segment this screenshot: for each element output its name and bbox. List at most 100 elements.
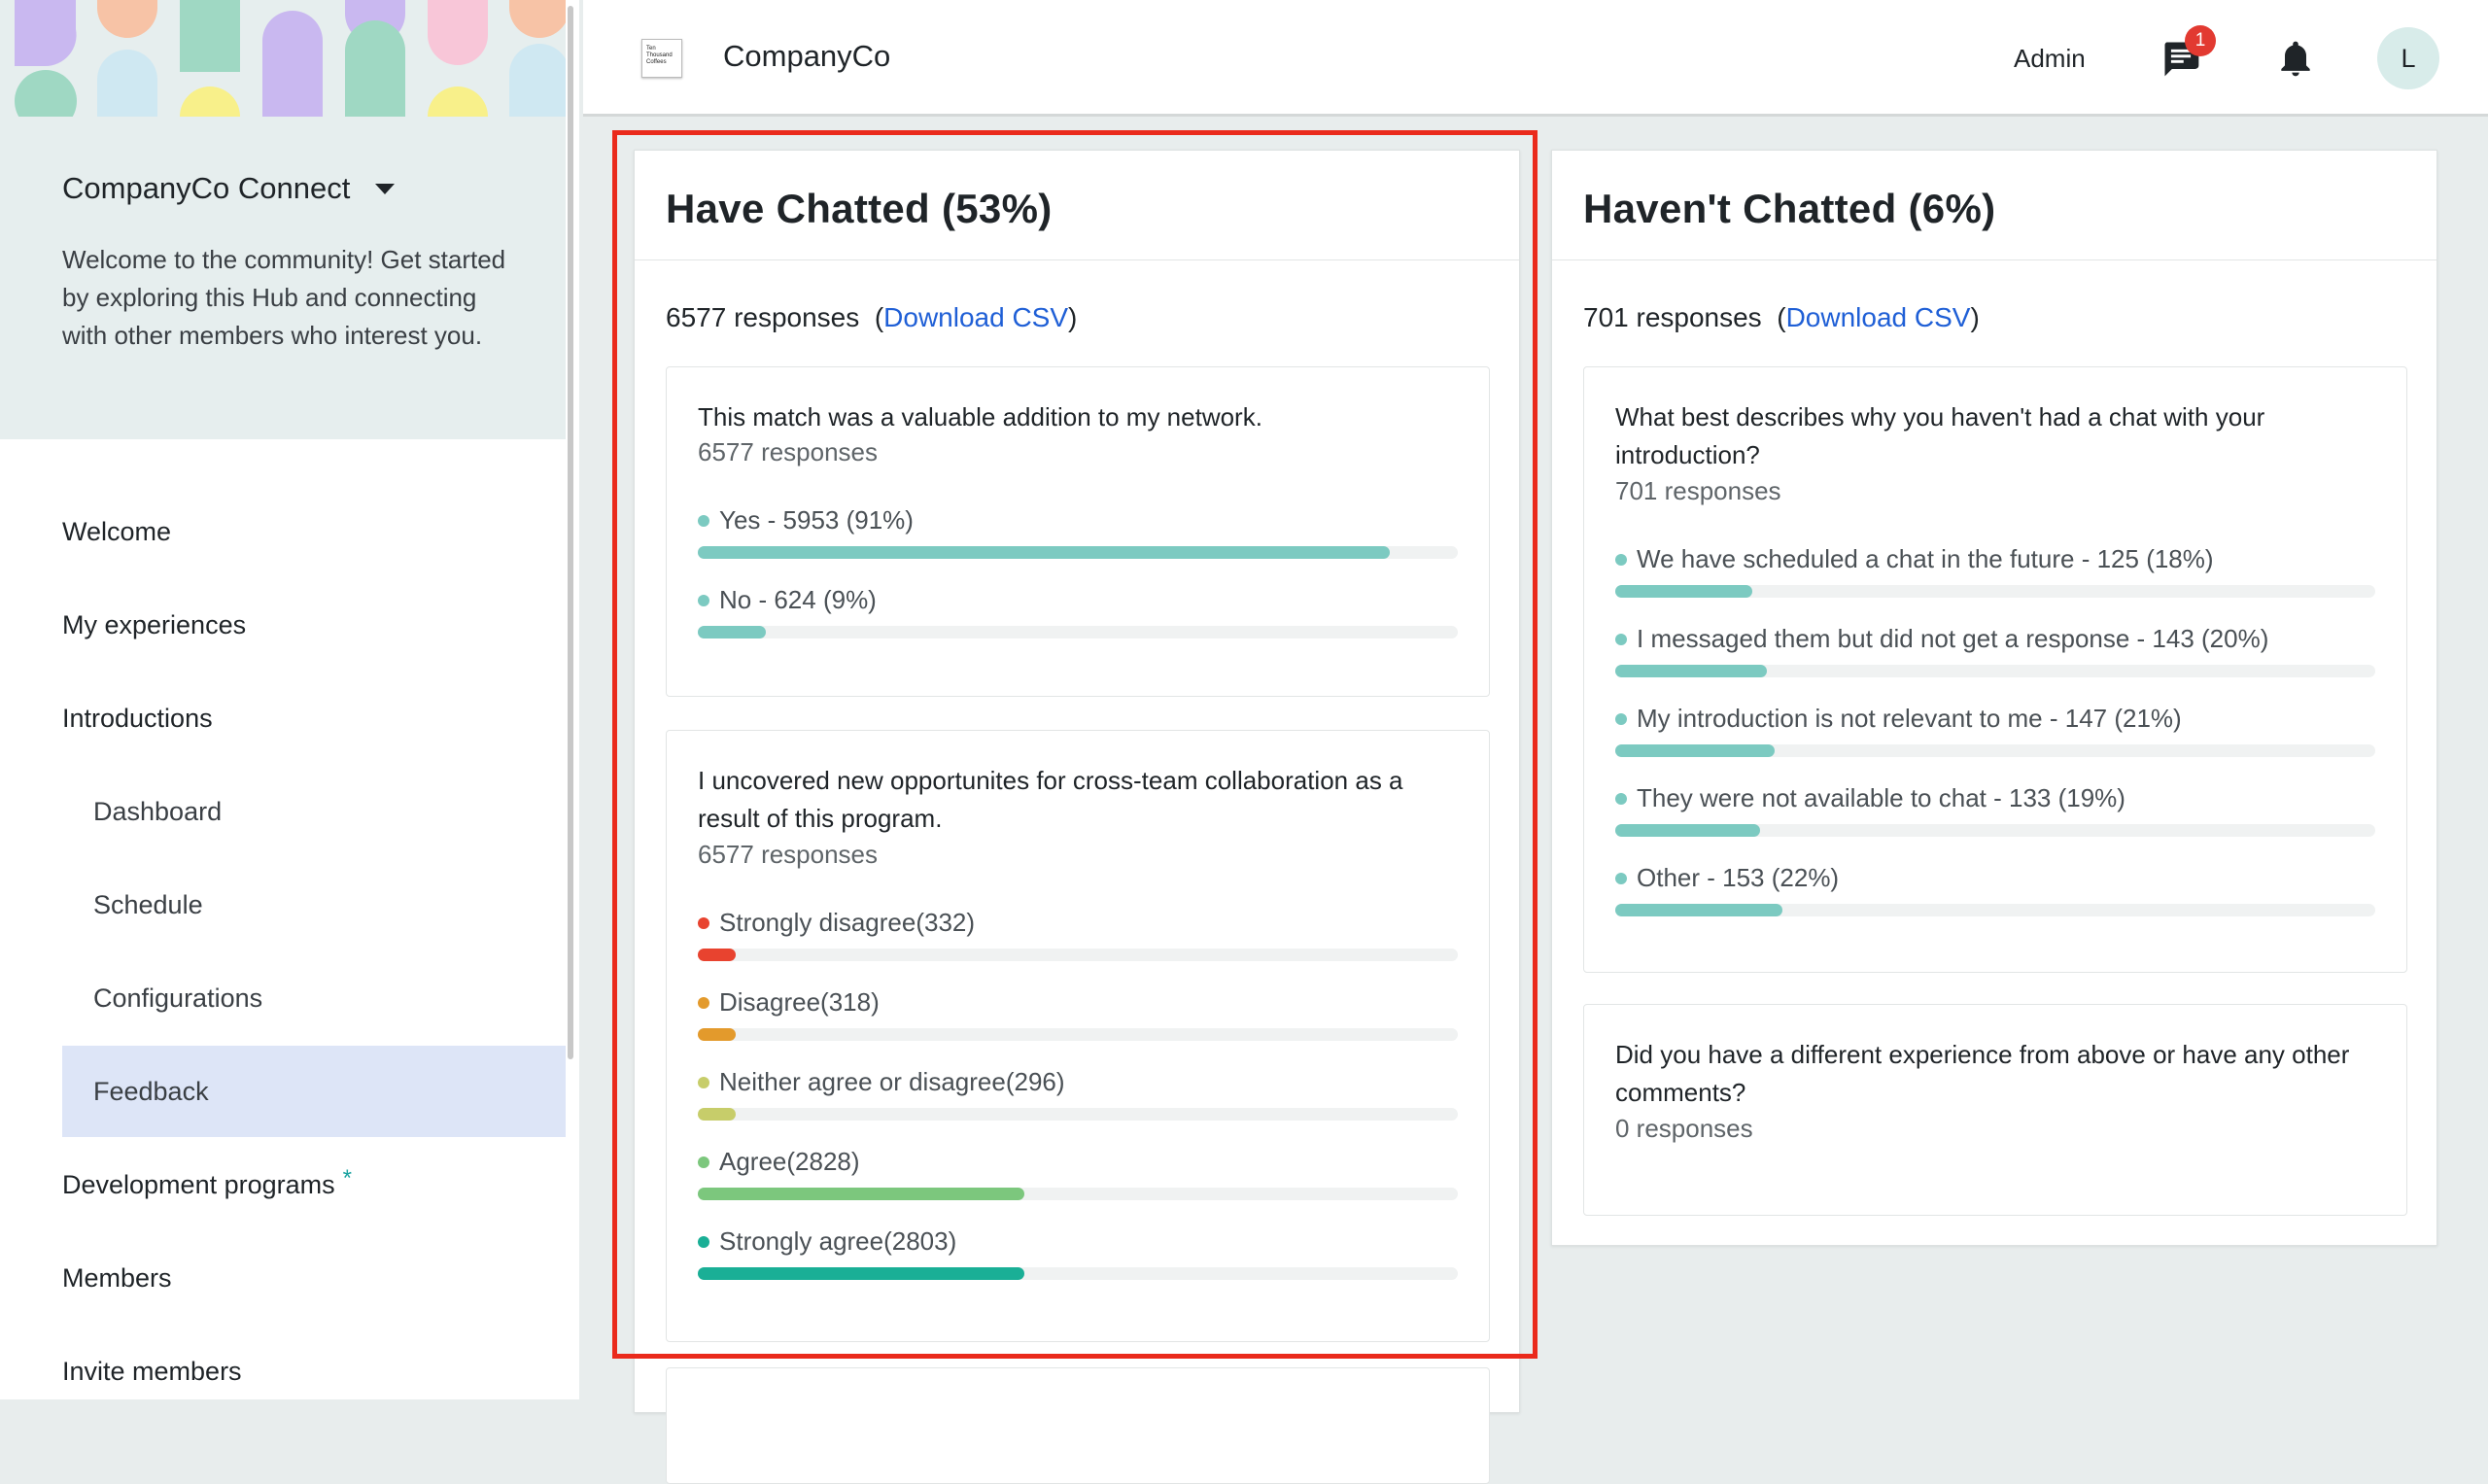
question-card: Did you have a different experience from… xyxy=(1583,1004,2407,1216)
progress-fill xyxy=(1615,585,1752,598)
sidebar-item-schedule[interactable]: Schedule xyxy=(62,859,203,950)
sidebar-item-configurations[interactable]: Configurations xyxy=(62,952,262,1044)
progress-fill xyxy=(698,1267,1025,1280)
caret-down-icon xyxy=(375,183,396,194)
bell-icon xyxy=(2281,41,2310,77)
question-response-count: 701 responses xyxy=(1615,476,1781,505)
option-text: Neither agree or disagree(296) xyxy=(719,1067,1065,1096)
progress-fill xyxy=(698,1188,1025,1200)
option-dot xyxy=(698,917,709,929)
progress-fill xyxy=(698,546,1390,559)
response-summary: 6577 responses (Download CSV) xyxy=(666,302,1077,333)
messages-count-badge: 1 xyxy=(2185,25,2216,56)
option-label: Other - 153 (22%) xyxy=(1615,863,1839,893)
sidebar-scroll-thumb[interactable] xyxy=(568,6,573,1059)
option-label: My introduction is not relevant to me - … xyxy=(1615,704,2182,734)
option-dot xyxy=(1615,554,1627,566)
have-chatted-panel: Have Chatted (53%) 6577 responses (Downl… xyxy=(634,150,1520,1484)
sidebar-hero: CompanyCo Connect Welcome to the communi… xyxy=(0,0,579,439)
sidebar-item-label: Development programs xyxy=(62,1169,335,1199)
progress-fill xyxy=(698,1108,737,1121)
download-csv-link[interactable]: Download CSV xyxy=(883,302,1068,332)
question-card: This match was a valuable addition to my… xyxy=(666,366,1490,697)
option-label: Disagree(318) xyxy=(698,987,880,1018)
progress-track xyxy=(1615,744,2375,757)
progress-fill xyxy=(1615,824,1760,837)
option-dot xyxy=(698,1236,709,1248)
question-title: This match was a valuable addition to my… xyxy=(698,402,1262,431)
hub-description: Welcome to the community! Get started by… xyxy=(62,245,506,350)
option-label: No - 624 (9%) xyxy=(698,585,877,615)
option-row: My introduction is not relevant to me - … xyxy=(1615,704,2375,783)
option-row: Agree(2828) xyxy=(698,1147,1458,1226)
option-row: Strongly agree(2803) xyxy=(698,1226,1458,1306)
company-logo: Ten Thousand Coffees xyxy=(641,39,682,78)
download-csv-link[interactable]: Download CSV xyxy=(1786,302,1971,332)
sidebar-item-development-programs[interactable]: Development programs * xyxy=(62,1139,352,1230)
option-row: Other - 153 (22%) xyxy=(1615,863,2375,943)
divider xyxy=(1552,259,2436,260)
option-text: Other - 153 (22%) xyxy=(1637,863,1840,892)
hub-name: CompanyCo Connect xyxy=(62,171,351,205)
sidebar-item-introductions[interactable]: Introductions xyxy=(62,673,213,764)
question-card: What best describes why you haven't had … xyxy=(1583,366,2407,973)
paren-open: ( xyxy=(874,302,884,332)
option-label: Strongly agree(2803) xyxy=(698,1226,956,1257)
option-dot xyxy=(698,595,709,606)
sidebar-item-welcome[interactable]: Welcome xyxy=(62,486,171,577)
response-summary: 701 responses (Download CSV) xyxy=(1583,302,1980,333)
sidebar-item-feedback[interactable]: Feedback xyxy=(62,1046,579,1137)
progress-track xyxy=(698,1267,1458,1280)
progress-fill xyxy=(698,626,767,638)
option-dot xyxy=(1615,713,1627,725)
progress-track xyxy=(698,546,1458,559)
question-response-count: 6577 responses xyxy=(698,840,879,869)
option-label: We have scheduled a chat in the future -… xyxy=(1615,544,2214,574)
option-text: Agree(2828) xyxy=(719,1147,860,1176)
sidebar-item-invite-members[interactable]: Invite members xyxy=(62,1326,242,1399)
panel-title: Have Chatted (53%) xyxy=(666,186,1053,231)
option-text: Disagree(318) xyxy=(719,987,880,1017)
option-row: I messaged them but did not get a respon… xyxy=(1615,624,2375,704)
question-title: What best describes why you haven't had … xyxy=(1615,402,2265,469)
option-text: No - 624 (9%) xyxy=(719,585,877,614)
option-row: Yes - 5953 (91%) xyxy=(698,505,1458,585)
question-title: I uncovered new opportunites for cross-t… xyxy=(698,766,1403,833)
sidebar-item-my-experiences[interactable]: My experiences xyxy=(62,579,246,671)
hub-switcher[interactable]: CompanyCo Connect xyxy=(62,167,396,210)
notifications-button[interactable] xyxy=(2274,37,2317,80)
progress-fill xyxy=(698,949,737,961)
progress-track xyxy=(698,1108,1458,1121)
option-label: Strongly disagree(332) xyxy=(698,908,975,938)
progress-track xyxy=(1615,585,2375,598)
havent-chatted-panel: Haven't Chatted (6%) 701 responses (Down… xyxy=(1551,150,2437,1246)
question-response-count: 6577 responses xyxy=(698,437,879,466)
response-count: 701 responses xyxy=(1583,302,1762,332)
question-card: I uncovered new opportunites for cross-t… xyxy=(666,730,1490,1342)
divider xyxy=(635,259,1519,260)
option-label: Agree(2828) xyxy=(698,1147,860,1177)
option-row: Disagree(318) xyxy=(698,987,1458,1067)
option-text: Strongly disagree(332) xyxy=(719,908,976,937)
option-row: Strongly disagree(332) xyxy=(698,908,1458,987)
company-name: CompanyCo xyxy=(723,39,891,73)
option-label: I messaged them but did not get a respon… xyxy=(1615,624,2268,654)
sidebar-item-dashboard[interactable]: Dashboard xyxy=(62,766,222,857)
progress-track xyxy=(698,1028,1458,1041)
option-label: Yes - 5953 (91%) xyxy=(698,505,914,535)
question-card xyxy=(666,1367,1490,1484)
user-avatar[interactable]: L xyxy=(2377,27,2439,89)
progress-fill xyxy=(1615,904,1783,916)
option-text: My introduction is not relevant to me - … xyxy=(1637,704,2182,733)
paren-close: ) xyxy=(1068,302,1078,332)
option-dot xyxy=(698,515,709,527)
paren-open: ( xyxy=(1777,302,1786,332)
progress-track xyxy=(1615,824,2375,837)
admin-link[interactable]: Admin xyxy=(2014,44,2086,74)
decorative-shapes xyxy=(15,0,570,117)
progress-track xyxy=(698,949,1458,961)
option-label: They were not available to chat - 133 (1… xyxy=(1615,783,2125,813)
question-title: Did you have a different experience from… xyxy=(1615,1040,2350,1107)
response-count: 6577 responses xyxy=(666,302,860,332)
sidebar-item-members[interactable]: Members xyxy=(62,1232,172,1324)
